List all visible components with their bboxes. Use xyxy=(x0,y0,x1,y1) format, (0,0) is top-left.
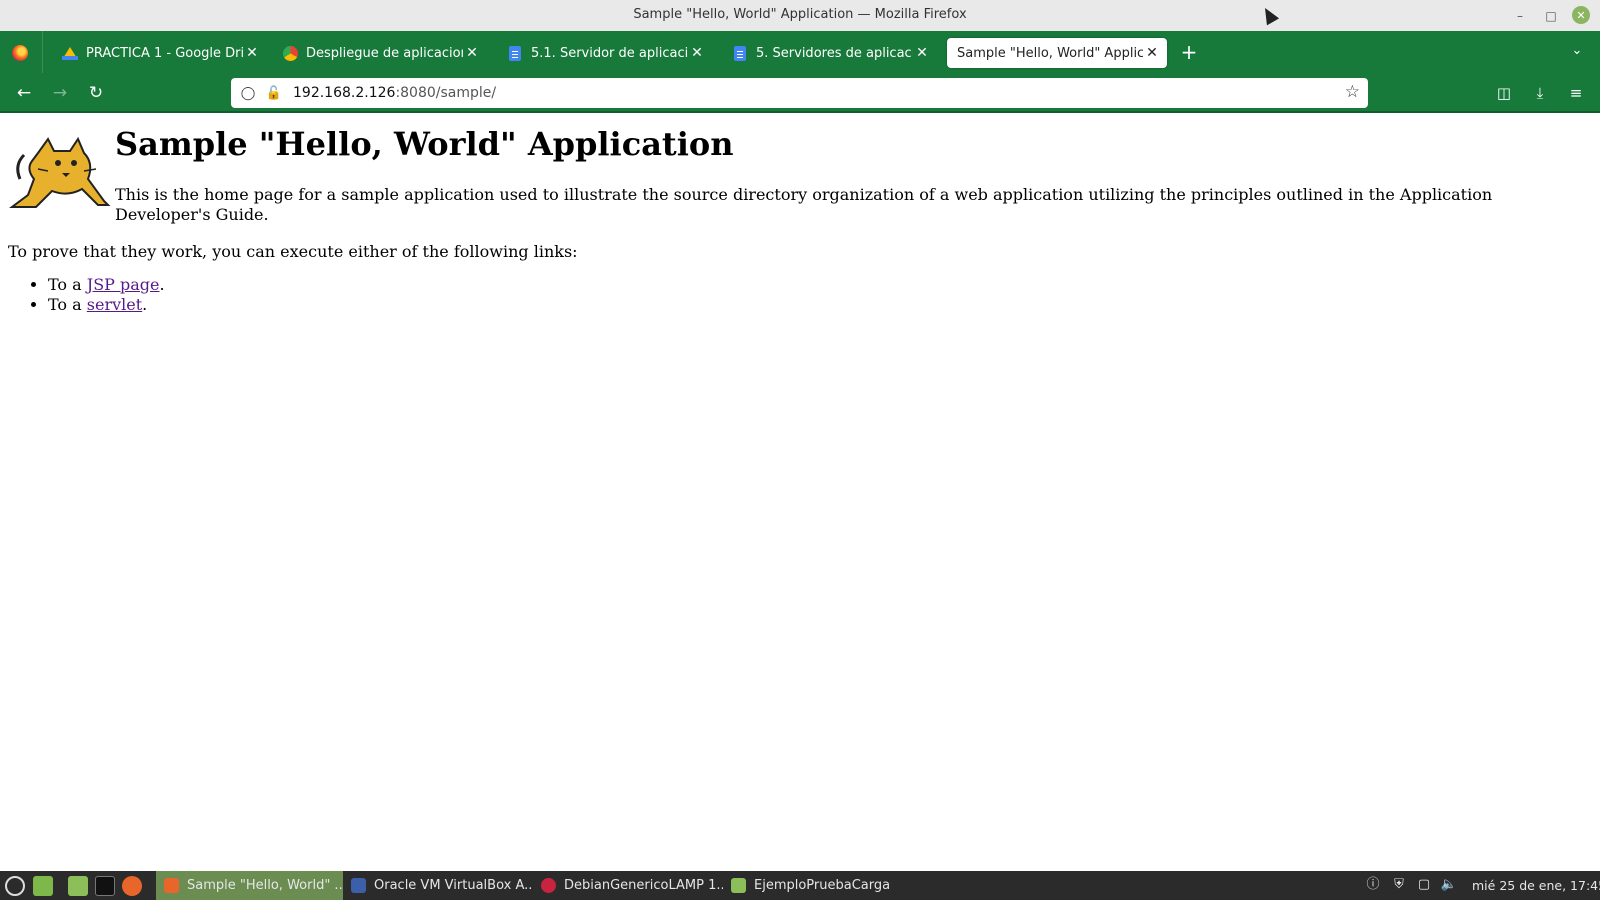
tracking-protection-icon[interactable]: ◯ xyxy=(239,84,257,102)
tab-despliegue[interactable]: Despliegue de aplicaciones ✕ xyxy=(272,38,487,68)
network-icon[interactable]: ▢ xyxy=(1415,876,1433,894)
file-manager-icon[interactable] xyxy=(68,876,88,896)
firefox-view-button[interactable] xyxy=(8,41,32,65)
terminal-icon[interactable] xyxy=(95,876,115,896)
taskbar-item-firefox[interactable]: Sample "Hello, World" ... xyxy=(156,871,343,900)
tab-strip: PRÁCTICA 1 - Google Drive ✕ Despliegue d… xyxy=(0,31,1600,73)
servlet-link[interactable]: servlet xyxy=(87,295,142,314)
prove-paragraph: To prove that they work, you can execute… xyxy=(8,242,578,261)
forward-button[interactable]: → xyxy=(47,81,73,105)
firefox-icon xyxy=(164,878,179,893)
window-title: Sample "Hello, World" Application — Mozi… xyxy=(633,7,967,22)
google-docs-icon xyxy=(507,45,523,61)
tab-separator xyxy=(42,31,43,73)
close-tab-icon[interactable]: ✕ xyxy=(913,45,931,61)
maximize-icon[interactable]: □ xyxy=(1541,6,1561,26)
close-window-icon[interactable]: ✕ xyxy=(1572,6,1590,24)
close-tab-icon[interactable]: ✕ xyxy=(688,45,706,61)
tab-servidor-aplicaciones[interactable]: 5.1. Servidor de aplicaciones ✕ xyxy=(497,38,712,68)
close-tab-icon[interactable]: ✕ xyxy=(463,45,481,61)
pocket-icon[interactable]: ◫ xyxy=(1492,81,1516,105)
list-item-jsp: To a JSP page. xyxy=(48,275,165,295)
reload-button[interactable]: ↻ xyxy=(83,81,109,105)
taskbar-item-folder[interactable]: EjemploPruebaCarga xyxy=(723,871,893,900)
taskbar-item-debian-vm[interactable]: DebianGenericoLAMP 1... xyxy=(533,871,723,900)
firefox-launcher-icon[interactable] xyxy=(122,876,142,896)
folder-icon xyxy=(731,878,746,893)
tab-google-drive[interactable]: PRÁCTICA 1 - Google Drive ✕ xyxy=(52,38,267,68)
close-tab-icon[interactable]: ✕ xyxy=(1143,45,1161,61)
list-item-servlet: To a servlet. xyxy=(48,295,165,315)
tomcat-logo xyxy=(9,136,111,208)
google-drive-icon xyxy=(62,45,78,61)
web-favicon xyxy=(282,45,298,61)
minimize-icon[interactable]: – xyxy=(1510,6,1530,26)
jsp-page-link[interactable]: JSP page xyxy=(87,275,160,294)
debian-vm-icon xyxy=(541,878,556,893)
links-list: To a JSP page. To a servlet. xyxy=(48,275,165,315)
menu-start-icon[interactable] xyxy=(5,876,25,896)
update-manager-icon[interactable]: ⓘ xyxy=(1364,876,1382,894)
url-bar[interactable]: ◯ 🔓 192.168.2.126:8080/sample/ ☆ xyxy=(231,78,1368,108)
shield-icon[interactable]: ⛨ xyxy=(1390,876,1408,894)
virtualbox-icon xyxy=(351,878,366,893)
taskbar-item-virtualbox[interactable]: Oracle VM VirtualBox A... xyxy=(343,871,533,900)
insecure-lock-icon[interactable]: 🔓 xyxy=(265,84,283,102)
page-heading: Sample "Hello, World" Application xyxy=(115,125,734,163)
close-tab-icon[interactable]: ✕ xyxy=(243,45,261,61)
show-desktop-icon[interactable] xyxy=(33,876,53,896)
clock[interactable]: mié 25 de ene, 17:45 xyxy=(1472,878,1600,893)
firefox-icon xyxy=(12,45,28,61)
navigation-toolbar: ← → ↻ ◯ 🔓 192.168.2.126:8080/sample/ ☆ ◫… xyxy=(0,73,1600,113)
tab-servidores-aplicaciones[interactable]: 5. Servidores de aplicaciones ✕ xyxy=(722,38,937,68)
url-text[interactable]: 192.168.2.126:8080/sample/ xyxy=(293,85,496,101)
bookmark-star-icon[interactable]: ☆ xyxy=(1345,82,1360,102)
web-page-content: Sample "Hello, World" Application This i… xyxy=(0,115,1600,871)
list-all-tabs-icon[interactable]: ⌄ xyxy=(1567,43,1587,63)
back-button[interactable]: ← xyxy=(11,81,37,105)
tab-sample-hello-world[interactable]: Sample "Hello, World" Application ✕ xyxy=(947,38,1167,68)
menu-icon[interactable]: ≡ xyxy=(1564,81,1588,105)
taskbar: Sample "Hello, World" ... Oracle VM Virt… xyxy=(0,871,1600,900)
downloads-icon[interactable]: ⤓ xyxy=(1528,81,1552,105)
intro-paragraph: This is the home page for a sample appli… xyxy=(115,185,1493,224)
window-titlebar: Sample "Hello, World" Application — Mozi… xyxy=(0,0,1600,31)
volume-muted-icon[interactable]: 🔈 xyxy=(1440,876,1458,894)
new-tab-button[interactable]: + xyxy=(1177,41,1201,65)
google-docs-icon xyxy=(732,45,748,61)
